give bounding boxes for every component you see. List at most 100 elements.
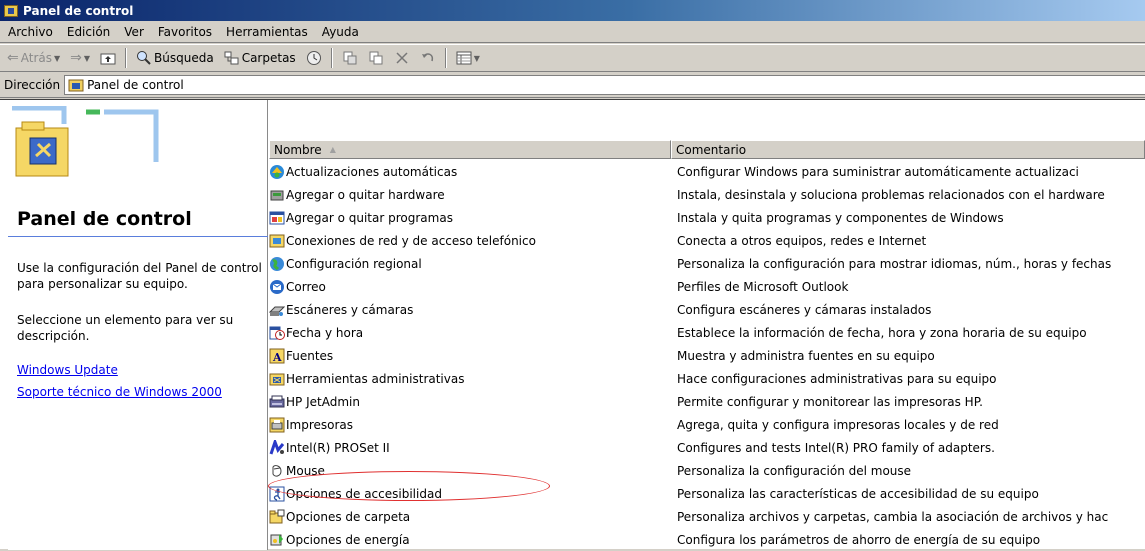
instruction-text: Seleccione un elemento para ver su descr…	[17, 313, 234, 343]
item-name: Opciones de carpeta	[286, 509, 411, 524]
item-name: Fuentes	[286, 348, 334, 363]
item-comment: Personaliza archivos y carpetas, cambia …	[677, 509, 1109, 524]
item-name-cell: Agregar o quitar programas	[269, 210, 671, 226]
sort-ascending-icon: ▲	[329, 145, 336, 154]
title-bar[interactable]: Panel de control	[0, 0, 1145, 21]
item-name-cell: Impresoras	[269, 417, 671, 433]
menu-favoritos[interactable]: Favoritos	[152, 25, 220, 39]
list-item-impresoras[interactable]: Impresoras Agrega, quita y configura impr…	[269, 413, 1145, 436]
menu-herramientas[interactable]: Herramientas	[220, 25, 316, 39]
up-folder-icon	[100, 53, 116, 65]
toolbar-separator	[444, 48, 447, 68]
item-name: HP JetAdmin	[286, 394, 360, 409]
address-bar: Dirección Panel de control	[0, 72, 1145, 98]
folder-banner-icon	[12, 106, 159, 177]
views-button[interactable]: ▼	[453, 48, 483, 68]
item-name: Actualizaciones automáticas	[286, 164, 458, 179]
list-item-hp-jetadmin[interactable]: HP JetAdmin Permite configurar y monitore…	[269, 390, 1145, 413]
list-item-fuentes[interactable]: A Fuentes Muestra y administra fuentes en …	[269, 344, 1145, 367]
globe-icon	[269, 256, 285, 272]
item-comment: Hace configuraciones administrativas par…	[677, 371, 997, 386]
history-icon	[306, 51, 321, 65]
search-label: Búsqueda	[154, 51, 214, 65]
forward-arrow-icon: ⇒	[70, 50, 82, 66]
up-folder-button[interactable]	[97, 48, 119, 68]
address-label: Dirección	[4, 77, 61, 92]
item-name: Impresoras	[286, 417, 354, 432]
copy-to-button[interactable]	[365, 48, 387, 68]
list-item-conexiones-de-red-y-de-acceso-telefonico[interactable]: Conexiones de red y de acceso telefónico…	[269, 229, 1145, 252]
menu-ayuda[interactable]: Ayuda	[316, 25, 367, 39]
undo-button[interactable]	[417, 48, 439, 68]
control-panel-icon	[4, 4, 18, 17]
column-comment-label: Comentario	[676, 142, 747, 157]
support-link[interactable]: Soporte técnico de Windows 2000	[17, 385, 222, 399]
item-name: Conexiones de red y de acceso telefónico	[286, 233, 536, 248]
item-name-cell: Correo	[269, 279, 671, 295]
list-item-opciones-de-carpeta[interactable]: Opciones de carpeta Personaliza archivos …	[269, 505, 1145, 528]
menu-edicion[interactable]: Edición	[61, 25, 118, 39]
copy-to-icon	[369, 51, 383, 65]
delete-button[interactable]	[391, 48, 413, 68]
address-value: Panel de control	[87, 77, 184, 92]
item-name: Herramientas administrativas	[286, 371, 465, 386]
search-icon	[137, 51, 151, 65]
back-label: Atrás	[20, 51, 52, 65]
folders-button[interactable]: Carpetas	[221, 48, 299, 68]
list-item-intel-r-proset-ii[interactable]: Intel(R) PROSet II Configures and tests I…	[269, 436, 1145, 459]
item-name-cell: Escáneres y cámaras	[268, 302, 671, 318]
toolbar: ⇐ Atrás ▼ ⇒ ▼ Búsqueda Carpetas ▼	[0, 44, 1145, 72]
item-name: Correo	[286, 279, 326, 294]
item-comment: Configura escáneres y cámaras instalados	[677, 302, 932, 317]
windows-update-link[interactable]: Windows Update	[17, 363, 118, 377]
item-comment: Agrega, quita y configura impresoras loc…	[677, 417, 999, 432]
list-item-configuracion-regional[interactable]: Configuración regional Personaliza la con…	[269, 252, 1145, 275]
page-title: Panel de control	[17, 208, 192, 230]
printer-icon	[269, 417, 285, 433]
list-item-escaneres-y-camaras[interactable]: Escáneres y cámaras Configura escáneres y…	[268, 298, 1145, 321]
column-header-name[interactable]: Nombre ▲	[269, 140, 671, 159]
menu-archivo[interactable]: Archivo	[2, 25, 61, 39]
back-button[interactable]: ⇐ Atrás ▼	[4, 48, 63, 68]
item-name: Escáneres y cámaras	[286, 302, 414, 317]
forward-button[interactable]: ⇒ ▼	[67, 48, 93, 68]
list-item-agregar-o-quitar-programas[interactable]: Agregar o quitar programas Instala y quit…	[269, 206, 1145, 229]
item-name-cell: Configuración regional	[269, 256, 671, 272]
list-item-opciones-de-energia[interactable]: Opciones de energía Configura los parámet…	[269, 528, 1145, 551]
dropdown-arrow-icon: ▼	[53, 53, 61, 63]
list-item-actualizaciones-automaticas[interactable]: Actualizaciones automáticas Configurar Wi…	[269, 160, 1145, 183]
window-title: Panel de control	[23, 3, 134, 18]
toolbar-separator	[330, 48, 333, 68]
list-item-fecha-y-hora[interactable]: Fecha y hora Establece la información de …	[269, 321, 1145, 344]
list-item-herramientas-administrativas[interactable]: Herramientas administrativas Hace configu…	[269, 367, 1145, 390]
column-name-label: Nombre	[274, 142, 322, 157]
search-button[interactable]: Búsqueda	[133, 48, 217, 68]
menu-bar: Archivo Edición Ver Favoritos Herramient…	[0, 21, 1145, 43]
item-comment: Instala, desinstala y soluciona problema…	[677, 187, 1105, 202]
address-field[interactable]: Panel de control	[64, 74, 1145, 95]
dropdown-arrow-icon: ▼	[83, 53, 91, 63]
move-to-button[interactable]	[339, 48, 361, 68]
item-comment: Personaliza la configuración del mouse	[677, 463, 912, 478]
item-name: Agregar o quitar hardware	[286, 187, 445, 202]
item-name: Intel(R) PROSet II	[286, 440, 390, 455]
folder-options-icon	[269, 509, 285, 525]
admin-tools-icon	[269, 371, 285, 387]
scanner-icon	[268, 302, 286, 318]
content-area: Panel de control Use la configuración de…	[0, 99, 1145, 551]
menu-ver[interactable]: Ver	[118, 25, 152, 39]
list-item-agregar-o-quitar-hardware[interactable]: Agregar o quitar hardware Instala, desins…	[269, 183, 1145, 206]
history-button[interactable]	[303, 48, 325, 68]
folders-label: Carpetas	[241, 51, 296, 65]
svg-text:A: A	[272, 351, 282, 364]
folders-icon	[224, 51, 239, 65]
font-icon: A	[269, 348, 285, 364]
item-name: Configuración regional	[286, 256, 422, 271]
list-header: Nombre ▲ Comentario	[269, 140, 1145, 159]
item-comment: Personaliza las características de acces…	[677, 486, 1039, 501]
back-arrow-icon: ⇐	[7, 50, 19, 66]
list-item-correo[interactable]: Correo Perfiles de Microsoft Outlook	[269, 275, 1145, 298]
item-name-cell: Fecha y hora	[269, 325, 671, 341]
column-header-comment[interactable]: Comentario	[671, 140, 1145, 159]
dropdown-arrow-icon: ▼	[473, 53, 480, 63]
